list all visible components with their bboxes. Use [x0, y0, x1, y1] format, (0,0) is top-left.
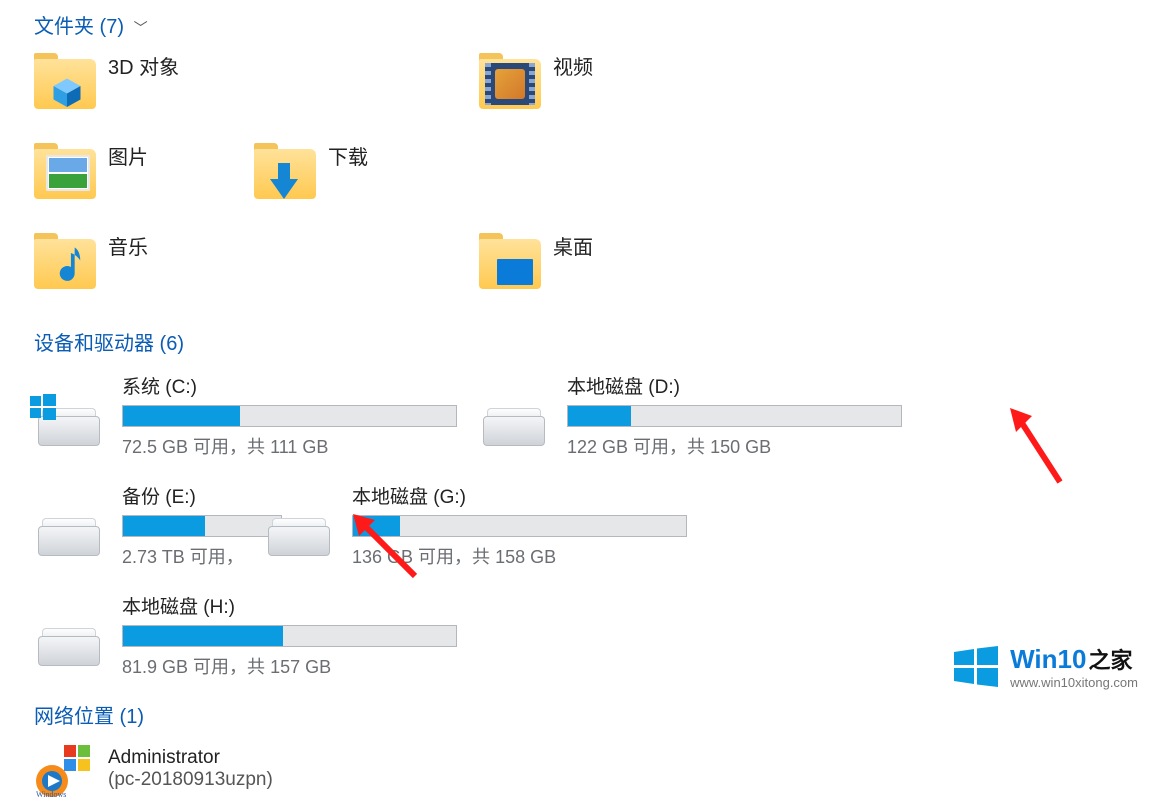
network-location-name: Administrator	[108, 747, 273, 769]
cube-icon	[52, 77, 82, 107]
folder-icon	[34, 141, 96, 203]
picture-icon	[46, 155, 90, 191]
folder-label: 3D 对象	[108, 51, 179, 80]
section-header-devices-text: 设备和驱动器 (6)	[34, 333, 184, 355]
windows-logo-icon	[30, 394, 56, 420]
folder-label: 下载	[328, 141, 368, 170]
folder-item-3d-objects[interactable]: 3D 对象	[34, 47, 479, 137]
folder-item-downloads[interactable]: 下载	[254, 137, 699, 227]
folder-label: 桌面	[553, 231, 593, 260]
section-header-folders[interactable]: 文件夹 (7) ﹀	[0, 0, 1156, 43]
folder-item-desktop[interactable]: 桌面	[479, 227, 699, 317]
drive-item-e[interactable]: 备份 (E:) 2.73 TB 可用，	[34, 470, 264, 580]
network-location-host: (pc-20180913uzpn)	[108, 769, 273, 791]
watermark-url: www.win10xitong.com	[1010, 675, 1138, 690]
drives-grid: 系统 (C:) 72.5 GB 可用，共 111 GB 本地磁盘 (D:) 12…	[0, 360, 1130, 690]
folder-label: 视频	[553, 51, 593, 80]
drive-item-d[interactable]: 本地磁盘 (D:) 122 GB 可用，共 150 GB	[479, 360, 924, 470]
drive-icon	[34, 508, 104, 562]
drive-usage-text: 2.73 TB 可用，	[122, 543, 264, 569]
folder-icon	[479, 231, 541, 293]
drive-usage-bar	[122, 405, 457, 427]
folders-grid: 3D 对象 视频 图片 下载 音乐	[0, 43, 1130, 317]
drive-usage-text: 72.5 GB 可用，共 111 GB	[122, 433, 479, 459]
drive-item-g[interactable]: 本地磁盘 (G:) 136 GB 可用，共 158 GB	[264, 470, 709, 580]
drive-name: 本地磁盘 (H:)	[122, 592, 479, 619]
folder-icon	[34, 51, 96, 113]
drive-icon	[264, 508, 334, 562]
folder-label: 图片	[108, 141, 148, 170]
drive-usage-bar	[567, 405, 902, 427]
desktop-icon	[497, 259, 533, 285]
folder-item-videos[interactable]: 视频	[479, 47, 924, 137]
svg-text:Windows: Windows	[36, 790, 66, 799]
folder-label: 音乐	[108, 231, 148, 260]
drive-usage-bar	[122, 515, 282, 537]
drive-item-c[interactable]: 系统 (C:) 72.5 GB 可用，共 111 GB	[34, 360, 479, 470]
watermark-brand: Win10	[1010, 644, 1086, 675]
network-location-item[interactable]: Windows Administrator (pc-20180913uzpn)	[0, 739, 1156, 799]
drive-icon	[34, 618, 104, 672]
section-header-devices[interactable]: 设备和驱动器 (6)	[0, 317, 1156, 360]
section-header-folders-text: 文件夹 (7)	[34, 16, 124, 38]
drive-usage-text: 122 GB 可用，共 150 GB	[567, 433, 924, 459]
chevron-down-icon: ﹀	[134, 18, 148, 38]
folder-item-music[interactable]: 音乐	[34, 227, 479, 317]
section-header-network-text: 网络位置 (1)	[34, 706, 144, 728]
folder-icon	[34, 231, 96, 293]
watermark-brand-suffix: 之家	[1088, 643, 1132, 675]
music-note-icon	[56, 247, 84, 287]
drive-usage-bar	[122, 625, 457, 647]
wmp-icon: Windows	[34, 739, 94, 799]
drive-name: 系统 (C:)	[122, 372, 479, 399]
arrow-down-icon	[264, 161, 304, 201]
folder-icon	[254, 141, 316, 203]
windows-logo-icon	[952, 642, 1000, 690]
folder-icon	[479, 51, 541, 113]
watermark: Win10 之家 www.win10xitong.com	[952, 642, 1138, 690]
drive-usage-text: 81.9 GB 可用，共 157 GB	[122, 653, 479, 679]
drive-icon	[34, 398, 104, 452]
drive-name: 备份 (E:)	[122, 482, 264, 509]
drive-usage-bar	[352, 515, 687, 537]
section-header-network[interactable]: 网络位置 (1)	[0, 690, 1156, 733]
drive-icon	[479, 398, 549, 452]
drive-name: 本地磁盘 (D:)	[567, 372, 924, 399]
folder-item-pictures[interactable]: 图片	[34, 137, 254, 227]
drive-usage-text: 136 GB 可用，共 158 GB	[352, 543, 709, 569]
drive-name: 本地磁盘 (G:)	[352, 482, 709, 509]
drive-item-h[interactable]: 本地磁盘 (H:) 81.9 GB 可用，共 157 GB	[34, 580, 479, 690]
film-icon	[485, 63, 535, 105]
